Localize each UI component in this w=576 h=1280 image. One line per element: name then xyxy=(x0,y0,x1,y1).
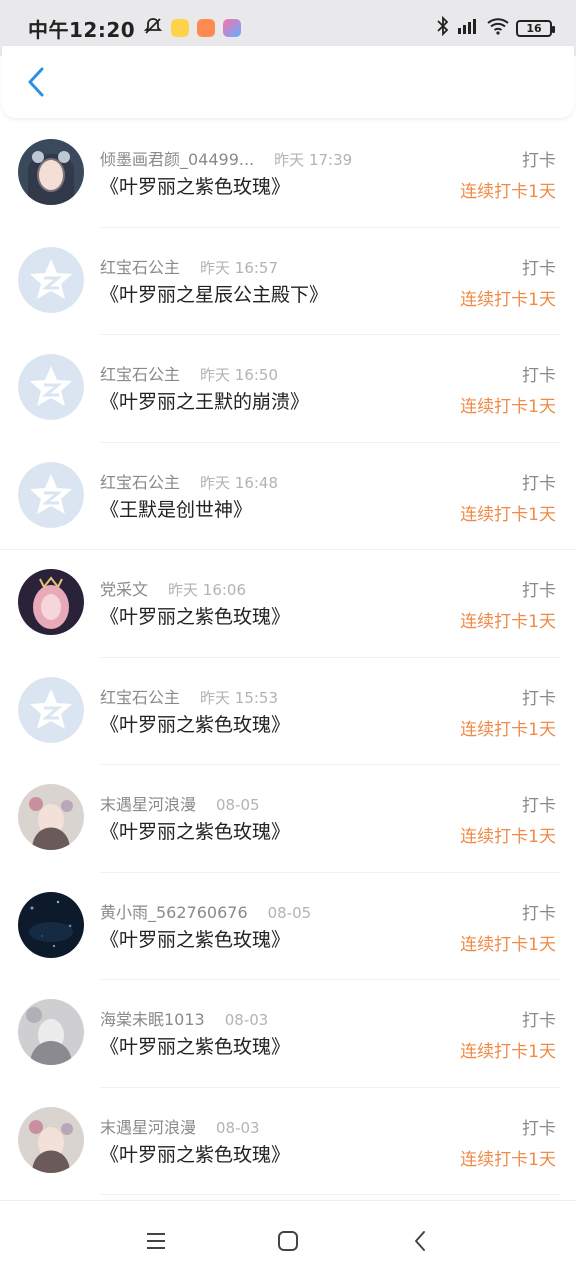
book-title[interactable]: 《叶罗丽之紫色玫瑰》 xyxy=(100,710,290,737)
book-title[interactable]: 《叶罗丽之紫色玫瑰》 xyxy=(100,1032,290,1059)
list-item[interactable]: 黄小雨_562760676 08-05 《叶罗丽之紫色玫瑰》 打卡 连续打卡1天 xyxy=(0,873,576,981)
user-name[interactable]: 党采文 xyxy=(100,576,148,600)
record-time: 昨天 16:57 xyxy=(200,258,279,277)
default-avatar-icon[interactable] xyxy=(18,461,84,528)
streak-label: 连续打卡1天 xyxy=(460,612,556,632)
book-title[interactable]: 《叶罗丽之紫色玫瑰》 xyxy=(100,925,290,952)
list-item[interactable]: 红宝石公主 昨天 16:48 《王默是创世神》 打卡 连续打卡1天 xyxy=(0,443,576,551)
record-time: 08-05 xyxy=(267,903,312,922)
recents-button[interactable] xyxy=(142,1227,170,1255)
book-title[interactable]: 《叶罗丽之紫色玫瑰》 xyxy=(100,817,290,844)
user-name[interactable]: 黄小雨_562760676 xyxy=(100,899,248,923)
checkin-list: 倾墨画君颜_04499... 昨天 17:39 《叶罗丽之紫色玫瑰》 打卡 连续… xyxy=(0,120,576,1195)
record-type: 打卡 xyxy=(522,258,556,279)
record-type: 打卡 xyxy=(522,903,556,924)
record-time: 08-03 xyxy=(224,1011,269,1029)
record-time: 08-05 xyxy=(216,796,260,814)
record-type: 打卡 xyxy=(522,473,556,494)
record-type: 打卡 xyxy=(522,1118,556,1139)
user-avatar[interactable] xyxy=(18,139,84,205)
mute-bell-icon xyxy=(143,16,163,40)
streak-label: 连续打卡1天 xyxy=(460,1149,556,1170)
list-item[interactable]: 末遇星河浪漫 08-03 《叶罗丽之紫色玫瑰》 打卡 连续打卡1天 xyxy=(0,1088,576,1196)
user-avatar[interactable] xyxy=(18,569,84,635)
shopping-app-icon xyxy=(197,19,216,37)
list-item[interactable]: 倾墨画君颜_04499... 昨天 17:39 《叶罗丽之紫色玫瑰》 打卡 连续… xyxy=(0,120,576,228)
user-name[interactable]: 末遇星河浪漫 xyxy=(100,791,196,815)
user-name[interactable]: 红宝石公主 xyxy=(100,684,180,708)
record-type: 打卡 xyxy=(522,688,556,709)
record-time: 08-03 xyxy=(216,1118,260,1137)
chevron-left-icon xyxy=(415,1230,425,1251)
book-title[interactable]: 《叶罗丽之紫色玫瑰》 xyxy=(100,1140,290,1167)
book-title[interactable]: 《叶罗丽之紫色玫瑰》 xyxy=(100,172,290,199)
weibo-app-icon xyxy=(171,19,190,37)
list-item[interactable]: 党采文 昨天 16:06 《叶罗丽之紫色玫瑰》 打卡 连续打卡1天 xyxy=(0,550,576,658)
user-name[interactable]: 红宝石公主 xyxy=(100,469,180,493)
list-item[interactable]: 末遇星河浪漫 08-05 《叶罗丽之紫色玫瑰》 打卡 连续打卡1天 xyxy=(0,765,576,873)
status-time: 中午12:20 xyxy=(28,17,136,42)
wifi-icon xyxy=(486,17,510,39)
user-avatar[interactable] xyxy=(18,784,84,850)
home-button[interactable] xyxy=(274,1227,302,1255)
list-item[interactable]: 红宝石公主 昨天 15:53 《叶罗丽之紫色玫瑰》 打卡 连续打卡1天 xyxy=(0,658,576,766)
user-name[interactable]: 红宝石公主 xyxy=(100,254,180,278)
user-name[interactable]: 海棠未眠1013 xyxy=(100,1006,205,1030)
streak-label: 连续打卡1天 xyxy=(460,827,556,847)
default-avatar-icon[interactable] xyxy=(18,354,84,420)
list-item[interactable]: 红宝石公主 昨天 16:57 《叶罗丽之星辰公主殿下》 打卡 连续打卡1天 xyxy=(0,228,576,336)
book-title[interactable]: 《叶罗丽之紫色玫瑰》 xyxy=(100,602,290,629)
system-nav-bar xyxy=(0,1200,576,1280)
menu-icon xyxy=(147,1232,165,1249)
record-time: 昨天 16:06 xyxy=(168,581,247,599)
game-app-icon xyxy=(223,19,242,37)
chevron-left-icon xyxy=(28,67,44,97)
streak-label: 连续打卡1天 xyxy=(460,719,556,740)
bluetooth-icon xyxy=(436,15,450,40)
streak-label: 连续打卡1天 xyxy=(460,182,556,202)
system-back-button[interactable] xyxy=(406,1227,434,1255)
default-avatar-icon[interactable] xyxy=(18,676,84,743)
streak-label: 连续打卡1天 xyxy=(460,1042,556,1062)
record-type: 打卡 xyxy=(522,151,556,171)
back-button[interactable] xyxy=(18,64,54,100)
app-bar xyxy=(2,46,574,118)
record-type: 打卡 xyxy=(522,1011,556,1031)
user-name[interactable]: 末遇星河浪漫 xyxy=(100,1114,196,1138)
user-name[interactable]: 红宝石公主 xyxy=(100,361,180,385)
default-avatar-icon[interactable] xyxy=(18,246,84,313)
streak-label: 连续打卡1天 xyxy=(460,289,556,310)
record-type: 打卡 xyxy=(522,366,556,386)
signal-icon xyxy=(456,17,480,39)
list-item[interactable]: 海棠未眠1013 08-03 《叶罗丽之紫色玫瑰》 打卡 连续打卡1天 xyxy=(0,980,576,1088)
record-time: 昨天 17:39 xyxy=(274,151,353,169)
user-avatar[interactable] xyxy=(18,999,84,1065)
streak-label: 连续打卡1天 xyxy=(460,934,556,955)
record-time: 昨天 16:50 xyxy=(200,366,279,384)
book-title[interactable]: 《王默是创世神》 xyxy=(100,495,252,522)
user-avatar[interactable] xyxy=(18,891,84,958)
record-type: 打卡 xyxy=(522,796,556,816)
book-title[interactable]: 《叶罗丽之王默的崩溃》 xyxy=(100,387,309,414)
record-type: 打卡 xyxy=(522,581,556,601)
user-name[interactable]: 倾墨画君颜_04499... xyxy=(100,146,254,170)
user-avatar[interactable] xyxy=(18,1106,84,1173)
record-time: 昨天 16:48 xyxy=(200,473,279,492)
battery-indicator: 16 xyxy=(516,19,555,37)
streak-label: 连续打卡1天 xyxy=(460,504,556,525)
streak-label: 连续打卡1天 xyxy=(460,397,556,417)
record-time: 昨天 15:53 xyxy=(200,688,279,707)
book-title[interactable]: 《叶罗丽之星辰公主殿下》 xyxy=(100,280,328,307)
list-item[interactable]: 红宝石公主 昨天 16:50 《叶罗丽之王默的崩溃》 打卡 连续打卡1天 xyxy=(0,335,576,443)
home-square-icon xyxy=(278,1230,298,1251)
